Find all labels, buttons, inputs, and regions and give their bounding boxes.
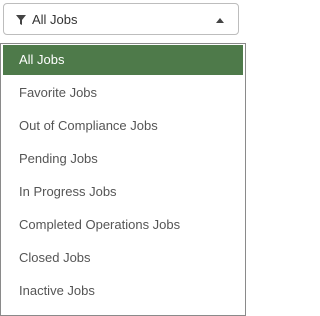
menu-item-closed-jobs[interactable]: Closed Jobs <box>3 243 243 273</box>
select-value: All Jobs <box>32 12 78 27</box>
menu-item-favorite-jobs[interactable]: Favorite Jobs <box>3 78 243 108</box>
menu-item-pending-jobs[interactable]: Pending Jobs <box>3 144 243 174</box>
menu-item-all-jobs[interactable]: All Jobs <box>3 45 243 75</box>
caret-up-icon[interactable] <box>216 18 224 23</box>
menu-item-completed-operations-jobs[interactable]: Completed Operations Jobs <box>3 210 243 240</box>
menu-item-inactive-jobs[interactable]: Inactive Jobs <box>3 276 243 306</box>
filter-icon <box>16 15 26 25</box>
menu-item-in-progress-jobs[interactable]: In Progress Jobs <box>3 177 243 207</box>
job-filter-dropdown-menu: All Jobs Favorite Jobs Out of Compliance… <box>0 43 246 316</box>
job-filter-select[interactable]: All Jobs <box>3 3 239 35</box>
menu-item-out-of-compliance-jobs[interactable]: Out of Compliance Jobs <box>3 111 243 141</box>
